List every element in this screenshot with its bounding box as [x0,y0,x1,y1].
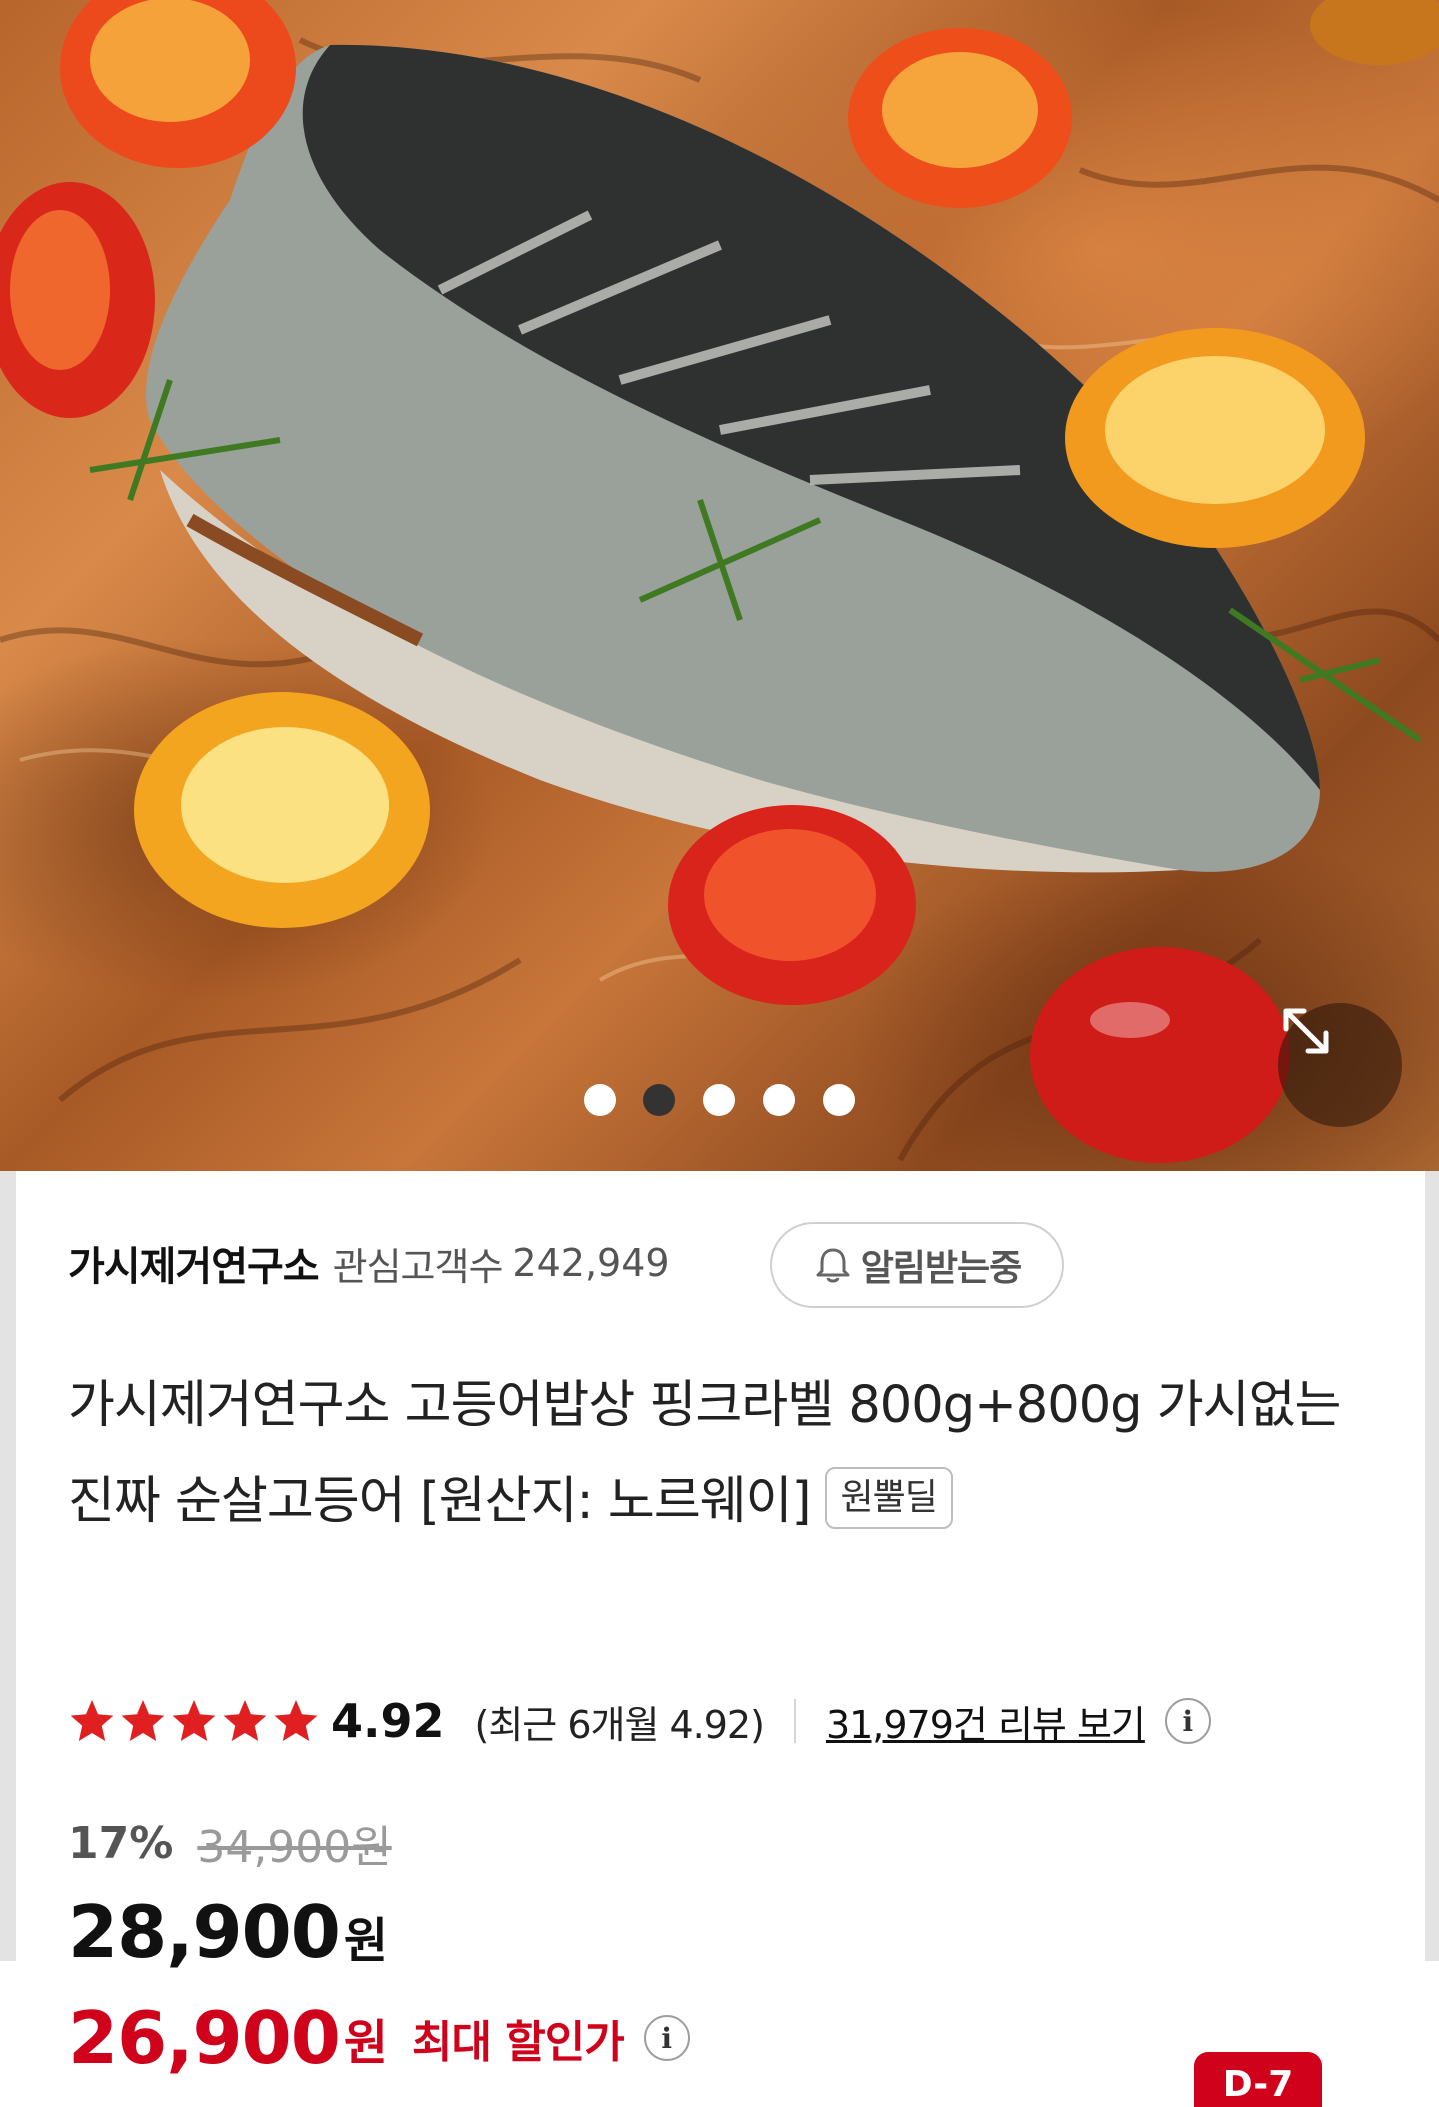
star-icon [121,1700,165,1741]
star-icon [70,1700,114,1741]
carousel-dot[interactable] [703,1084,735,1116]
dday-badge: D-7 [1194,2052,1322,2107]
carousel-dot-active[interactable] [643,1084,675,1116]
max-discount-price: 26,900 원 최대 할인가 i [68,1990,690,2086]
expand-image-button[interactable] [1278,1003,1402,1127]
star-icon [223,1700,267,1741]
deal-badge: 원뿔딜 [824,1467,953,1529]
notification-subscribe-button[interactable]: 알림받는중 [770,1222,1064,1308]
page-edge-left [0,1171,16,1961]
max-discount-price-value: 26,900 [68,1996,341,2080]
sale-price-value: 28,900 [68,1890,341,1974]
max-discount-price-unit: 원 [343,2015,389,2071]
info-icon[interactable]: i [643,2015,690,2061]
follower-label: 관심고객수 [332,1244,504,1289]
product-title-text: 가시제거연구소 고등어밥상 핑크라벨 800g+800g 가시없는 진짜 순살고… [68,1376,1341,1531]
star-icon [274,1700,318,1741]
alarm-label: 알림받는중 [860,1248,1023,1289]
carousel-dot[interactable] [584,1084,616,1116]
recent-rating: (최근 6개월 4.92) [474,1702,765,1747]
carousel-dot[interactable] [763,1084,795,1116]
rating-summary: 4.92 (최근 6개월 4.92) 31,979건 리뷰 보기 i [68,1688,1211,1754]
rating-score: 4.92 [331,1694,445,1748]
seller-info: 가시제거연구소 관심고객수 242,949 [68,1222,670,1304]
page-edge-right [1425,1171,1439,1961]
discount-info: 17% 34,900원 [68,1812,392,1874]
expand-arrows-icon [1283,1008,1329,1054]
info-icon[interactable]: i [1164,1698,1211,1744]
grilled-mackerel-photo [0,0,1439,1163]
reviews-link[interactable]: 31,979건 리뷰 보기 [826,1694,1146,1749]
product-image[interactable] [0,0,1439,1171]
product-title: 가시제거연구소 고등어밥상 핑크라벨 800g+800g 가시없는 진짜 순살고… [68,1358,1368,1550]
star-rating [68,1697,323,1745]
sale-price: 28,900 원 [68,1890,388,1986]
max-discount-label: 최대 할인가 [412,2017,625,2068]
star-icon [172,1700,216,1741]
seller-name[interactable]: 가시제거연구소 [68,1234,320,1292]
carousel-dot[interactable] [823,1084,855,1116]
bell-icon [816,1248,850,1283]
carousel-indicator[interactable] [0,1084,1439,1118]
follower-count: 242,949 [512,1241,670,1285]
discount-rate: 17% [68,1817,174,1869]
original-price: 34,900원 [197,1822,392,1873]
divider [793,1699,796,1743]
sale-price-unit: 원 [343,1913,389,1969]
